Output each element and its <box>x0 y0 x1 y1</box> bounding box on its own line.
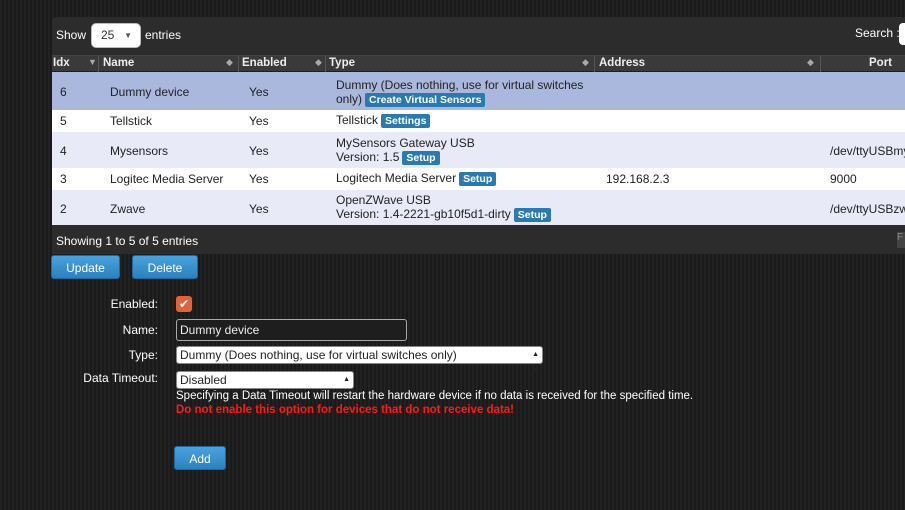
row-name: Mysensors <box>110 144 169 158</box>
search-input[interactable] <box>899 23 905 45</box>
row-type-line2: only) Create Virtual Sensors <box>336 92 486 107</box>
row-type: Tellstick Settings <box>336 113 431 128</box>
table-footer: Showing 1 to 5 of 5 entries F <box>52 225 905 254</box>
row-name: Tellstick <box>110 114 153 128</box>
sort-both-icon: ◆ <box>807 57 814 67</box>
sort-both-icon: ◆ <box>226 57 233 67</box>
row-enabled: Yes <box>249 85 269 99</box>
show-label: Show <box>56 28 87 42</box>
data-timeout-select[interactable]: Disabled ▲ ▼ <box>176 371 354 399</box>
data-timeout-value: Disabled <box>180 373 227 387</box>
setup-button[interactable]: Setup <box>402 151 440 165</box>
table-row[interactable]: 5 Tellstick Yes Tellstick Settings <box>52 110 905 132</box>
row-type-line2-text: Version: 1.4-2221-gb10f5d1-dirty <box>336 207 511 221</box>
add-button[interactable]: Add <box>174 446 226 470</box>
row-address: 192.168.2.3 <box>606 172 670 186</box>
sort-both-icon: ◆ <box>315 57 322 67</box>
table-row[interactable]: 4 Mysensors Yes MySensors Gateway USB Ve… <box>52 132 905 168</box>
create-virtual-sensors-button[interactable]: Create Virtual Sensors <box>365 93 486 107</box>
row-name: Logitec Media Server <box>110 172 224 186</box>
row-type-line2-text: only) <box>336 92 363 106</box>
col-name[interactable]: Name <box>103 57 134 71</box>
row-idx: 4 <box>60 144 67 158</box>
sort-desc-icon: ▼ <box>88 57 97 67</box>
data-timeout-label: Data Timeout: <box>83 371 158 385</box>
col-idx[interactable]: Idx <box>53 57 70 71</box>
row-idx: 3 <box>60 172 67 186</box>
row-port: 9000 <box>830 172 857 186</box>
row-type-line1: MySensors Gateway USB <box>336 136 475 150</box>
row-type-line2-text: Version: 1.5 <box>336 150 400 164</box>
sort-both-icon: ◆ <box>582 57 589 67</box>
hardware-table-panel: Show 25 ▼ entries Search : Idx ▼ Name ◆ … <box>52 17 905 254</box>
table-header: Idx ▼ Name ◆ Enabled ◆ Type ◆ Address ◆ … <box>52 55 905 72</box>
delete-button[interactable]: Delete <box>132 255 198 279</box>
col-type[interactable]: Type <box>329 57 355 71</box>
row-type-line1: Dummy (Does nothing, use for virtual swi… <box>336 78 584 92</box>
settings-button[interactable]: Settings <box>381 114 431 128</box>
type-select-value: Dummy (Does nothing, use for virtual swi… <box>180 348 457 362</box>
timeout-warning: Do not enable this option for devices th… <box>176 404 515 416</box>
chevron-down-icon: ▼ <box>124 31 132 40</box>
row-name-text: Dummy device <box>110 85 190 99</box>
table-row[interactable]: 3 Logitec Media Server Yes Logitech Medi… <box>52 168 905 190</box>
name-input[interactable]: Dummy device <box>176 319 407 341</box>
entries-label: entries <box>145 28 182 42</box>
col-divider <box>594 56 595 72</box>
col-divider <box>820 56 821 72</box>
row-type-text: Logitech Media Server <box>336 171 457 185</box>
table-row[interactable]: 6 Dummy device Yes Dummy (Does nothing, … <box>52 72 905 110</box>
setup-button[interactable]: Setup <box>459 172 497 186</box>
row-type-line2: Version: 1.5 Setup <box>336 150 440 165</box>
page-size-select[interactable]: 25 ▼ <box>91 23 141 48</box>
row-name: Zwave <box>110 202 146 216</box>
col-divider <box>98 56 99 72</box>
row-enabled: Yes <box>249 202 269 216</box>
col-enabled[interactable]: Enabled <box>242 57 287 71</box>
timeout-note: Specifying a Data Timeout will restart t… <box>176 390 694 402</box>
type-select[interactable]: Dummy (Does nothing, use for virtual swi… <box>176 346 543 374</box>
enabled-label: Enabled: <box>110 297 158 311</box>
enabled-checkbox[interactable]: ✔ <box>176 296 192 312</box>
search-label: Search : <box>855 26 900 40</box>
row-type-text: Tellstick <box>336 113 379 127</box>
entries-info: Showing 1 to 5 of 5 entries <box>56 234 199 248</box>
row-name: Dummy device <box>110 85 189 99</box>
name-label: Name: <box>122 323 158 337</box>
table-toolbar: Show 25 ▼ entries Search : <box>52 17 905 55</box>
checkmark-icon: ✔ <box>178 297 190 311</box>
col-address[interactable]: Address <box>599 57 645 71</box>
row-enabled: Yes <box>249 144 269 158</box>
pagination-first[interactable]: F <box>897 232 905 248</box>
row-idx: 5 <box>60 114 67 128</box>
row-idx: 6 <box>60 85 67 99</box>
row-enabled: Yes <box>249 172 269 186</box>
update-button[interactable]: Update <box>51 255 120 279</box>
row-type-line1: OpenZWave USB <box>336 193 431 207</box>
page-size-value: 25 <box>101 28 115 42</box>
row-idx: 2 <box>60 202 67 216</box>
table-row[interactable]: 2 Zwave Yes OpenZWave USB Version: 1.4-2… <box>52 190 905 225</box>
row-enabled: Yes <box>249 114 269 128</box>
col-divider <box>238 56 239 72</box>
type-label: Type: <box>128 348 158 362</box>
setup-button[interactable]: Setup <box>513 208 551 222</box>
chevron-down-icon: ▲ ▼ <box>532 351 539 374</box>
col-divider <box>325 56 326 72</box>
row-port: /dev/ttyUSBzw <box>830 202 905 216</box>
row-port: /dev/ttyUSBmy <box>830 144 905 158</box>
row-type-line2: Version: 1.4-2221-gb10f5d1-dirty Setup <box>336 207 551 222</box>
row-type: Logitech Media Server Setup <box>336 171 497 186</box>
col-port[interactable]: Port <box>869 57 892 71</box>
